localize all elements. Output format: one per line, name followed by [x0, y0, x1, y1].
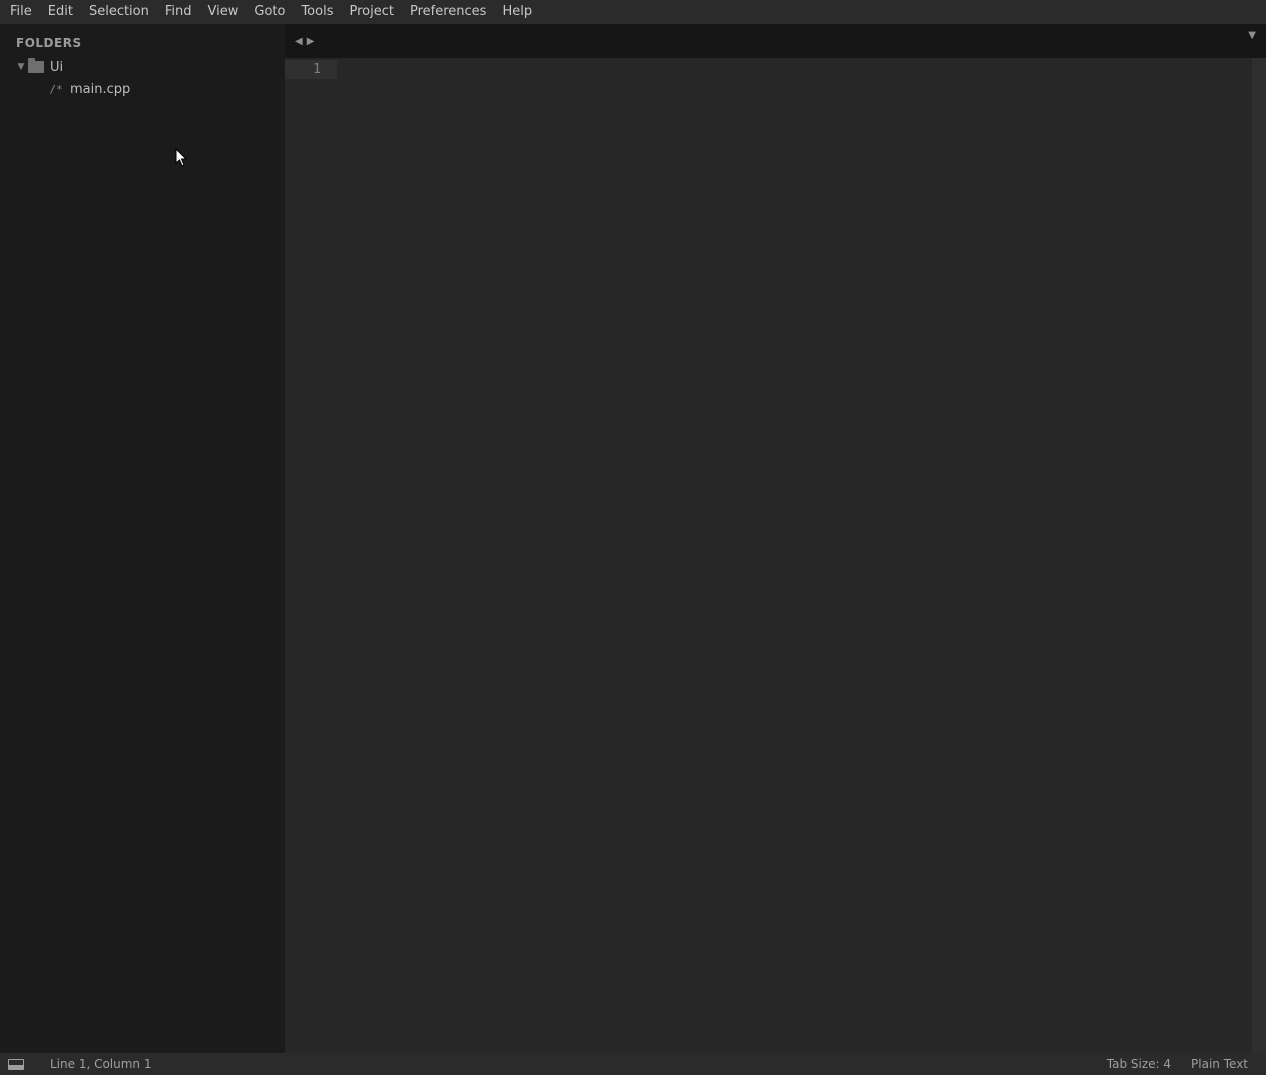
menu-selection[interactable]: Selection — [81, 0, 157, 24]
code-area[interactable] — [337, 58, 1252, 1053]
menu-project[interactable]: Project — [341, 0, 401, 24]
editor-pane: ◀ ▶ ▼ 1 — [285, 24, 1266, 1053]
menu-preferences[interactable]: Preferences — [402, 0, 494, 24]
status-syntax[interactable]: Plain Text — [1181, 1057, 1258, 1071]
folder-row-root[interactable]: ▼ Ui — [12, 56, 285, 78]
gutter: 1 — [285, 58, 337, 1053]
menu-goto[interactable]: Goto — [246, 0, 293, 24]
gutter-line-number: 1 — [285, 60, 337, 79]
menu-view[interactable]: View — [200, 0, 247, 24]
menu-tools[interactable]: Tools — [293, 0, 341, 24]
minimap[interactable] — [1252, 58, 1266, 1053]
menu-find[interactable]: Find — [157, 0, 200, 24]
tab-overflow-icon[interactable]: ▼ — [1248, 30, 1256, 41]
status-left: Line 1, Column 1 — [8, 1057, 162, 1071]
menu-help[interactable]: Help — [494, 0, 540, 24]
file-row[interactable]: /* main.cpp — [12, 78, 285, 100]
panel-switcher-icon[interactable] — [8, 1059, 24, 1070]
main-area: FOLDERS ▼ Ui /* main.cpp ◀ ▶ ▼ — [0, 24, 1266, 1053]
editor-body: 1 — [285, 58, 1266, 1053]
folder-icon — [28, 61, 44, 73]
status-tab-size[interactable]: Tab Size: 4 — [1097, 1057, 1181, 1071]
tab-history-nav: ◀ ▶ — [285, 36, 314, 47]
menubar: File Edit Selection Find View Goto Tools… — [0, 0, 1266, 24]
disclosure-triangle-icon[interactable]: ▼ — [16, 62, 26, 72]
status-bar: Line 1, Column 1 Tab Size: 4 Plain Text — [0, 1053, 1266, 1075]
folder-tree: ▼ Ui /* main.cpp — [0, 56, 285, 100]
file-type-icon: /* — [48, 83, 64, 96]
tab-nav-back-icon[interactable]: ◀ — [295, 36, 303, 47]
menu-file[interactable]: File — [2, 0, 40, 24]
tab-bar: ◀ ▶ ▼ — [285, 24, 1266, 58]
status-position[interactable]: Line 1, Column 1 — [40, 1057, 162, 1071]
folder-label: Ui — [50, 60, 63, 75]
sidebar-header: FOLDERS — [0, 28, 285, 56]
tab-nav-forward-icon[interactable]: ▶ — [307, 36, 315, 47]
file-label: main.cpp — [70, 82, 130, 97]
menu-edit[interactable]: Edit — [40, 0, 81, 24]
sidebar: FOLDERS ▼ Ui /* main.cpp — [0, 24, 285, 1053]
